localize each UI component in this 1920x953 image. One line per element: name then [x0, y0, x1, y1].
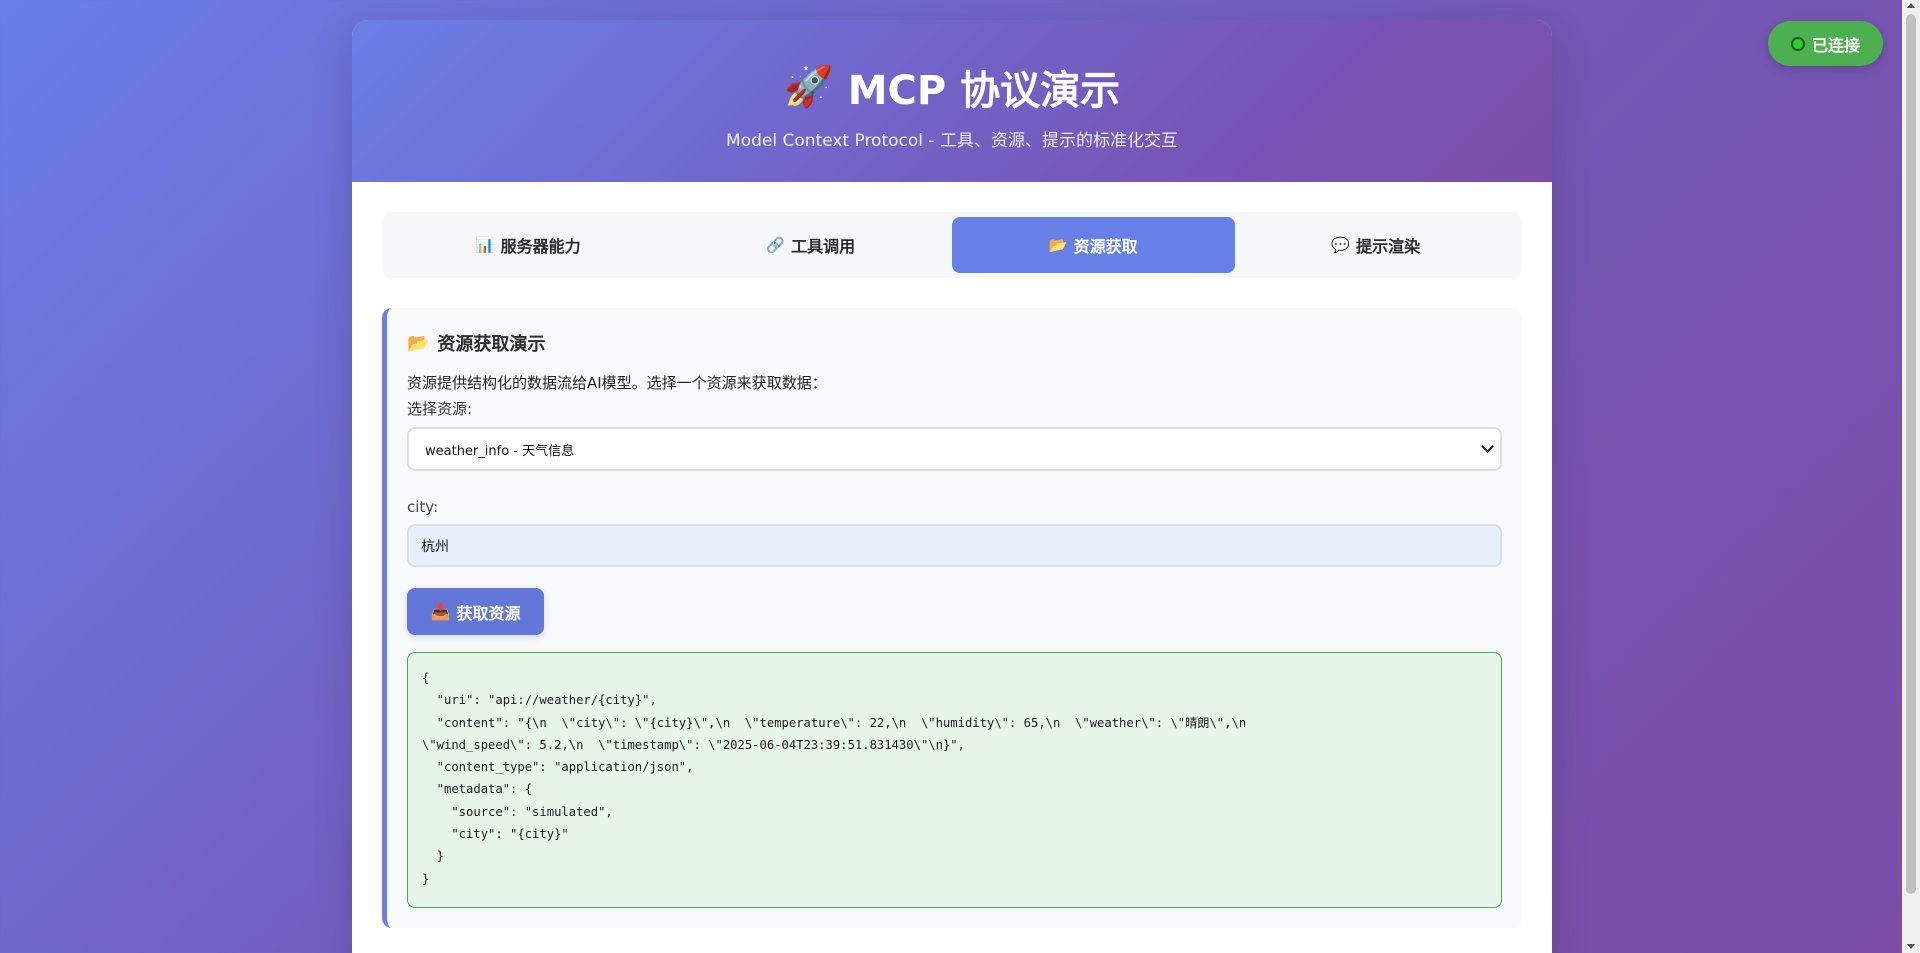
folder-icon: 📂 — [407, 332, 430, 354]
fetch-resource-label: 获取资源 — [456, 603, 521, 623]
resource-select-value: weather_info - 天气信息 — [425, 443, 575, 459]
page-subtitle: Model Context Protocol - 工具、资源、提示的标准化交互 — [726, 131, 1178, 151]
panel-title: 📂 资源获取演示 — [407, 330, 545, 356]
city-field-label: city: — [407, 498, 439, 516]
connection-status-label: 已连接 — [1811, 35, 1860, 55]
vertical-scrollbar[interactable] — [1902, 0, 1920, 953]
resource-select[interactable]: weather_info - 天气信息 — [407, 427, 1502, 471]
inbox-tray-icon: 📥 — [430, 602, 451, 621]
connection-status-badge: 已连接 — [1768, 21, 1883, 66]
scroll-up-arrow-icon[interactable] — [1907, 3, 1915, 8]
scroll-down-arrow-icon[interactable] — [1907, 944, 1915, 949]
tab-label: 资源获取 — [1073, 237, 1138, 256]
rocket-icon: 🚀 — [783, 64, 834, 110]
folder-icon: 📂 — [1048, 236, 1068, 254]
resource-panel: 📂 资源获取演示 资源提供结构化的数据流给AI模型。选择一个资源来获取数据： 选… — [382, 308, 1522, 928]
page-header: 🚀 MCP 协议演示 Model Context Protocol - 工具、资… — [352, 20, 1552, 182]
tab-label: 提示渲染 — [1356, 237, 1421, 256]
bar-chart-icon: 📊 — [475, 236, 495, 254]
page-title-text: MCP 协议演示 — [847, 68, 1121, 114]
tab-bar: 📊 服务器能力 🔗 工具调用 📂 资源获取 💬 提示渲染 — [382, 212, 1522, 278]
scrollbar-thumb[interactable] — [1906, 14, 1916, 894]
result-output: { "uri": "api://weather/{city}", "conten… — [407, 652, 1502, 908]
link-icon: 🔗 — [766, 236, 786, 254]
panel-description: 资源提供结构化的数据流给AI模型。选择一个资源来获取数据： — [407, 374, 827, 392]
tab-resource-fetch[interactable]: 📂 资源获取 — [952, 217, 1235, 273]
resource-select-label: 选择资源: — [407, 400, 473, 418]
fetch-resource-button[interactable]: 📥 获取资源 — [407, 588, 544, 635]
city-input[interactable] — [407, 524, 1502, 567]
tab-label: 工具调用 — [791, 237, 856, 256]
tab-tool-call[interactable]: 🔗 工具调用 — [670, 217, 953, 273]
tab-server-capabilities[interactable]: 📊 服务器能力 — [387, 217, 670, 273]
tab-prompt-render[interactable]: 💬 提示渲染 — [1235, 217, 1518, 273]
tab-label: 服务器能力 — [500, 237, 581, 256]
status-dot-icon — [1790, 36, 1805, 51]
speech-bubble-icon: 💬 — [1331, 236, 1351, 254]
page-title: 🚀 MCP 协议演示 — [352, 58, 1552, 116]
panel-title-text: 资源获取演示 — [437, 334, 546, 355]
chevron-down-icon — [1481, 440, 1494, 453]
main-container: 🚀 MCP 协议演示 Model Context Protocol - 工具、资… — [352, 20, 1552, 953]
